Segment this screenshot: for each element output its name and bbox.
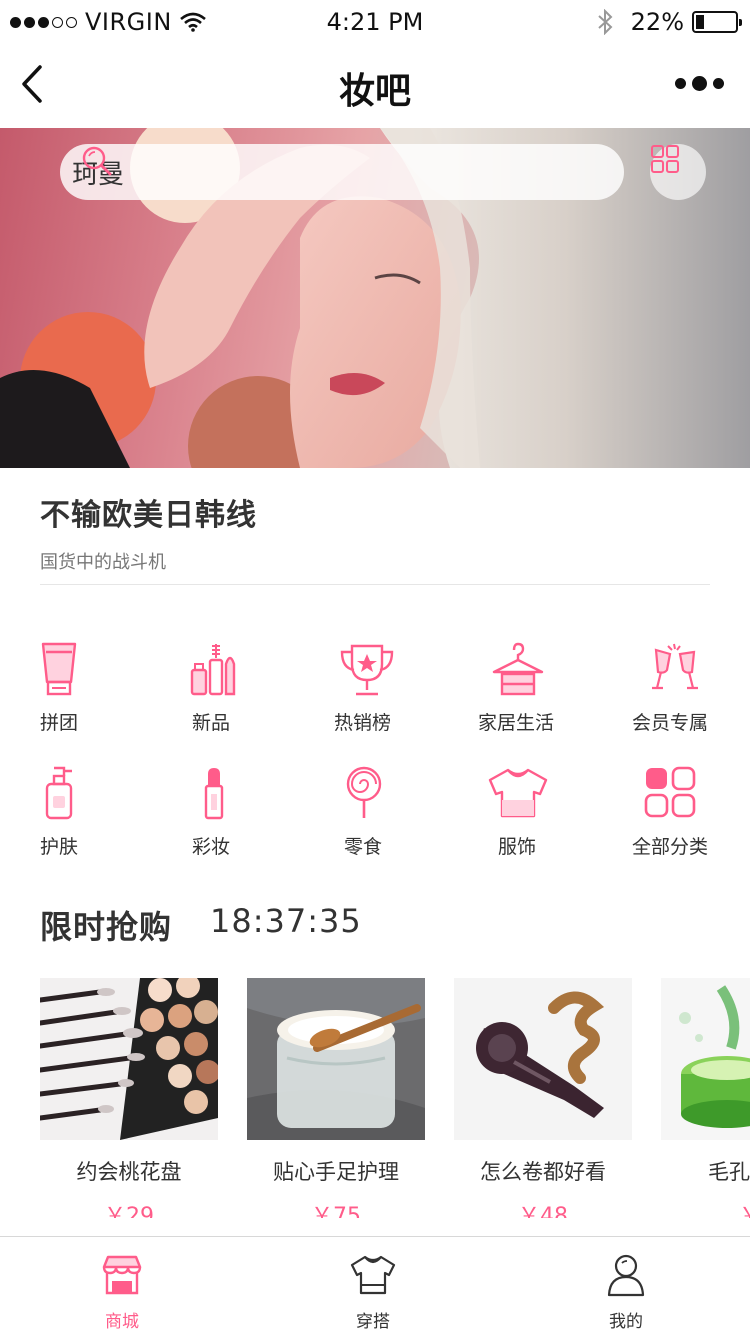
product-price: ￥29 <box>104 1204 154 1218</box>
lollipop-icon <box>300 764 450 822</box>
product-image <box>247 978 425 1140</box>
product-price: ￥75 <box>311 1204 361 1218</box>
tab-label: 商城 <box>105 1312 139 1332</box>
champagne-icon <box>600 640 750 698</box>
search-icon <box>82 146 112 176</box>
product-image <box>454 978 632 1140</box>
category-label: 服饰 <box>498 836 537 858</box>
grid-icon[interactable] <box>650 144 706 200</box>
category-item[interactable]: 护肤 <box>0 764 150 874</box>
status-right: 22% <box>597 8 742 36</box>
tab-store[interactable]: 商城 <box>62 1249 182 1332</box>
category-label: 热销榜 <box>334 712 392 734</box>
flash-sale-title: 限时抢购 <box>40 908 173 946</box>
battery-level <box>696 15 704 29</box>
product-card[interactable]: 贴心手足护理 ￥75 <box>247 978 425 1218</box>
trophy-icon <box>300 640 450 698</box>
category-label: 零食 <box>344 836 383 858</box>
category-item[interactable]: 会员专属 <box>600 640 750 750</box>
divider <box>40 584 710 585</box>
category-label: 彩妆 <box>192 836 231 858</box>
page-title: 妆吧 <box>338 71 411 112</box>
hero-banner[interactable]: 珂曼 <box>0 128 750 468</box>
product-name: 怎么卷都好看 <box>480 1160 606 1184</box>
product-image <box>40 978 218 1140</box>
tab-outfit[interactable]: 穿搭 <box>313 1249 433 1332</box>
category-item[interactable]: 全部分类 <box>600 764 750 874</box>
category-item[interactable]: 彩妆 <box>150 764 300 874</box>
tab-label: 我的 <box>609 1312 643 1332</box>
category-item[interactable]: 热销榜 <box>300 640 450 750</box>
tab-label: 穿搭 <box>356 1312 390 1332</box>
product-price: ￥48 <box>518 1204 568 1218</box>
nav-bar: 妆吧 <box>0 44 750 128</box>
hanger-icon <box>450 640 600 698</box>
flash-sale-countdown: 18:37:35 <box>210 902 362 940</box>
tube-icon <box>0 640 150 698</box>
user-icon <box>607 1254 645 1297</box>
promo-section[interactable]: 不输欧美日韩线 国货中的战斗机 <box>40 490 710 574</box>
tshirt-icon <box>350 1255 396 1295</box>
product-name: 毛孔清爽 <box>708 1160 750 1184</box>
category-label: 家居生活 <box>478 712 555 734</box>
tab-bar: 商城 穿搭 我的 <box>0 1236 750 1334</box>
product-carousel[interactable]: 约会桃花盘 ￥29 贴心手足护理 ￥75 怎么卷都好看 ￥48 毛孔 ￥ <box>0 978 750 1218</box>
category-label: 护肤 <box>40 836 79 858</box>
tab-profile[interactable]: 我的 <box>566 1249 686 1332</box>
category-item[interactable]: 新品 <box>150 640 300 750</box>
category-label: 全部分类 <box>632 836 709 858</box>
product-card[interactable]: 毛孔清爽 ￥ <box>661 978 750 1218</box>
category-item[interactable]: 零食 <box>300 764 450 874</box>
tshirt-icon <box>450 764 600 822</box>
promo-subtitle: 国货中的战斗机 <box>40 552 166 573</box>
battery-icon <box>692 11 742 33</box>
battery-percent: 22% <box>630 8 684 36</box>
status-bar: VIRGIN 4:21 PM 22% <box>0 0 750 44</box>
cosmetics-icon <box>150 640 300 698</box>
category-item[interactable]: 服饰 <box>450 764 600 874</box>
product-price: ￥ <box>738 1204 750 1218</box>
store-icon <box>102 1255 142 1295</box>
category-label: 新品 <box>192 712 231 734</box>
category-item[interactable]: 家居生活 <box>450 640 600 750</box>
grid-glyph <box>651 145 679 173</box>
all-categories-icon <box>600 764 750 822</box>
product-card[interactable]: 约会桃花盘 ￥29 <box>40 978 218 1218</box>
category-label: 会员专属 <box>632 712 709 734</box>
product-card[interactable]: 怎么卷都好看 ￥48 <box>454 978 632 1218</box>
lotion-bottle-icon <box>0 764 150 822</box>
category-label: 拼团 <box>40 712 79 734</box>
promo-title: 不输欧美日韩线 <box>40 498 257 533</box>
product-name: 约会桃花盘 <box>76 1160 182 1184</box>
more-dots-icon[interactable] <box>675 76 724 91</box>
bluetooth-icon <box>597 9 613 35</box>
lipstick-icon <box>150 764 300 822</box>
product-image <box>661 978 750 1140</box>
product-name: 贴心手足护理 <box>273 1160 399 1184</box>
search-input[interactable]: 珂曼 <box>60 144 624 200</box>
category-item[interactable]: 拼团 <box>0 640 150 750</box>
